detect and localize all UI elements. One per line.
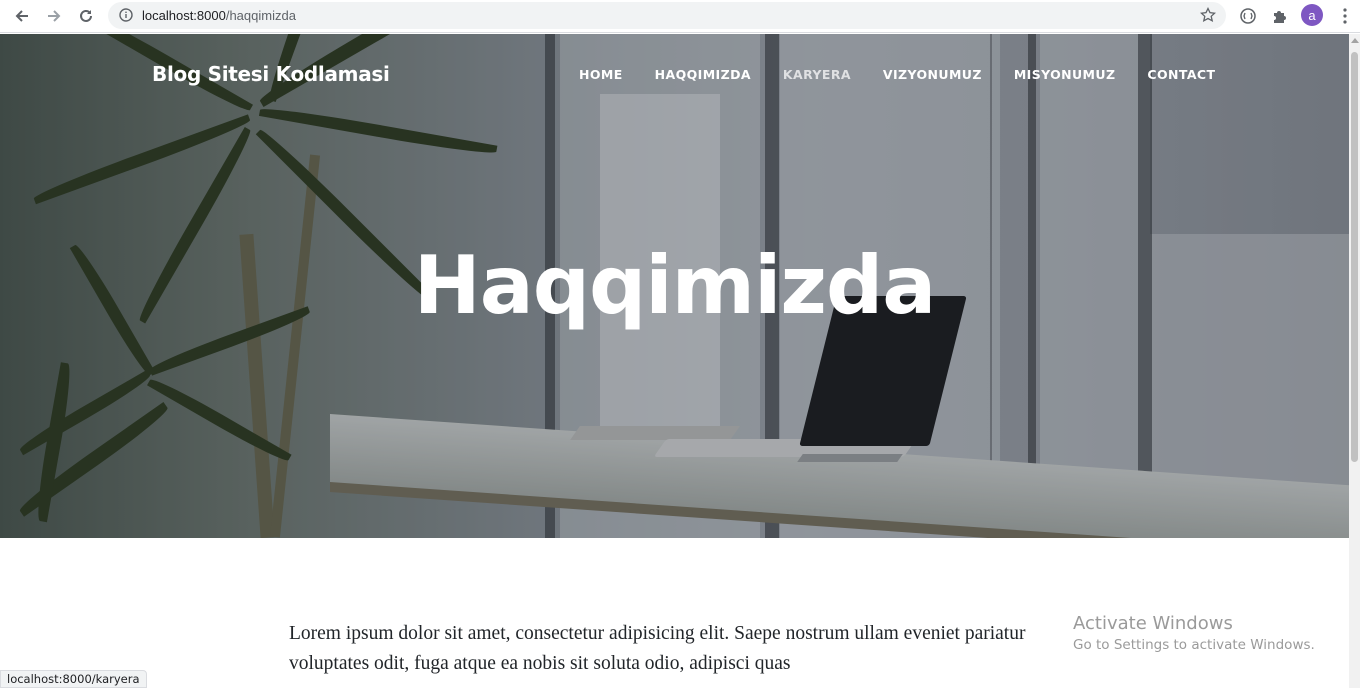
- url-text: localhost:8000/haqqimizda: [142, 8, 296, 23]
- page-scrollbar[interactable]: [1349, 34, 1360, 688]
- nav-vizyonumuz[interactable]: VIZYONUMUZ: [883, 67, 982, 82]
- reload-icon[interactable]: [73, 4, 99, 28]
- menu-dots-icon[interactable]: [1334, 5, 1356, 27]
- star-icon[interactable]: [1199, 6, 1217, 28]
- scroll-thumb[interactable]: [1351, 52, 1358, 462]
- windows-activation-watermark: Activate Windows Go to Settings to activ…: [1073, 613, 1315, 653]
- browser-toolbar: localhost:8000/haqqimizda a: [0, 0, 1360, 33]
- page-title: Haqqimizda: [413, 239, 936, 332]
- nav-home[interactable]: HOME: [579, 67, 623, 82]
- back-arrow-icon[interactable]: [9, 4, 35, 28]
- nav-karyera[interactable]: KARYERA: [783, 67, 851, 82]
- watermark-title: Activate Windows: [1073, 613, 1233, 634]
- nav-misyonumuz[interactable]: MISYONUMUZ: [1014, 67, 1116, 82]
- puzzle-icon[interactable]: [1269, 5, 1291, 27]
- page-viewport: Blog Sitesi Kodlamasi HOME HAQQIMIZDA KA…: [0, 34, 1349, 688]
- forward-arrow-icon[interactable]: [41, 4, 67, 28]
- nav-haqqimizda[interactable]: HAQQIMIZDA: [655, 67, 751, 82]
- body-paragraph: Lorem ipsum dolor sit amet, consectetur …: [289, 623, 1026, 674]
- info-icon[interactable]: [119, 8, 133, 27]
- extension-icon[interactable]: [1237, 5, 1259, 27]
- scroll-up-arrow-icon[interactable]: [1351, 38, 1359, 43]
- site-brand[interactable]: Blog Sitesi Kodlamasi: [152, 62, 390, 86]
- nav-contact[interactable]: CONTACT: [1147, 67, 1215, 82]
- hero-section: Blog Sitesi Kodlamasi HOME HAQQIMIZDA KA…: [0, 34, 1349, 538]
- address-bar[interactable]: localhost:8000/haqqimizda: [108, 2, 1226, 29]
- main-nav: HOME HAQQIMIZDA KARYERA VIZYONUMUZ MISYO…: [579, 67, 1215, 82]
- status-bar-link-preview: localhost:8000/karyera: [0, 670, 147, 688]
- profile-avatar[interactable]: a: [1301, 4, 1323, 26]
- watermark-subtitle: Go to Settings to activate Windows.: [1073, 637, 1315, 653]
